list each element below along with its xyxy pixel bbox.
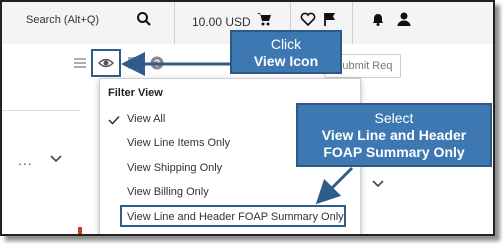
more-options[interactable]: ... bbox=[183, 52, 199, 70]
select-option-callout: Select View Line and Header FOAP Summary… bbox=[296, 103, 492, 167]
search-icon[interactable] bbox=[136, 11, 152, 27]
heart-icon[interactable] bbox=[300, 11, 316, 27]
callout-bold-text: View Icon bbox=[253, 53, 319, 69]
callout-line: Click bbox=[270, 36, 302, 52]
user-icon[interactable] bbox=[396, 11, 412, 27]
callout-line: Select bbox=[374, 110, 414, 126]
chevron-down-icon[interactable] bbox=[50, 154, 62, 164]
bell-icon[interactable] bbox=[370, 11, 386, 27]
search-input[interactable]: Search (Alt+Q) bbox=[26, 14, 99, 26]
callout-bold-text: View Line and Header bbox=[321, 127, 467, 143]
left-panel-more[interactable]: ... bbox=[18, 152, 33, 168]
svg-text:?: ? bbox=[154, 59, 160, 70]
checkmark-icon bbox=[108, 115, 120, 125]
callout-line: View Icon bbox=[232, 53, 340, 70]
flag-icon[interactable] bbox=[322, 11, 338, 27]
filter-view-title: Filter View bbox=[108, 87, 163, 99]
list-icon[interactable] bbox=[72, 55, 88, 71]
eye-icon[interactable] bbox=[98, 55, 114, 71]
print-icon[interactable] bbox=[124, 55, 140, 71]
cart-icon[interactable] bbox=[256, 11, 272, 27]
callout-bold-text: FOAP Summary Only bbox=[323, 144, 465, 160]
click-view-icon-callout: Click View Icon bbox=[230, 30, 342, 74]
callout-line: FOAP Summary Only bbox=[298, 144, 490, 161]
menu-item-view-all[interactable]: View All bbox=[127, 113, 165, 125]
menu-item-view-line-items-only[interactable]: View Line Items Only bbox=[127, 137, 230, 149]
cart-amount[interactable]: 10.00 USD bbox=[192, 15, 251, 29]
foap-summary-highlight bbox=[120, 205, 346, 227]
status-marker bbox=[78, 227, 82, 234]
menu-item-view-shipping-only[interactable]: View Shipping Only bbox=[127, 162, 222, 174]
chevron-down-icon[interactable] bbox=[372, 179, 384, 189]
screenshot-frame: Search (Alt+Q) 10.00 USD ? ... Submit Re… bbox=[0, 0, 495, 236]
help-icon[interactable]: ? bbox=[149, 55, 165, 71]
menu-item-view-billing-only[interactable]: View Billing Only bbox=[127, 186, 209, 198]
left-panel bbox=[2, 110, 80, 234]
header-divider bbox=[174, 2, 175, 44]
header-divider bbox=[352, 2, 353, 44]
callout-line: View Line and Header bbox=[298, 127, 490, 144]
